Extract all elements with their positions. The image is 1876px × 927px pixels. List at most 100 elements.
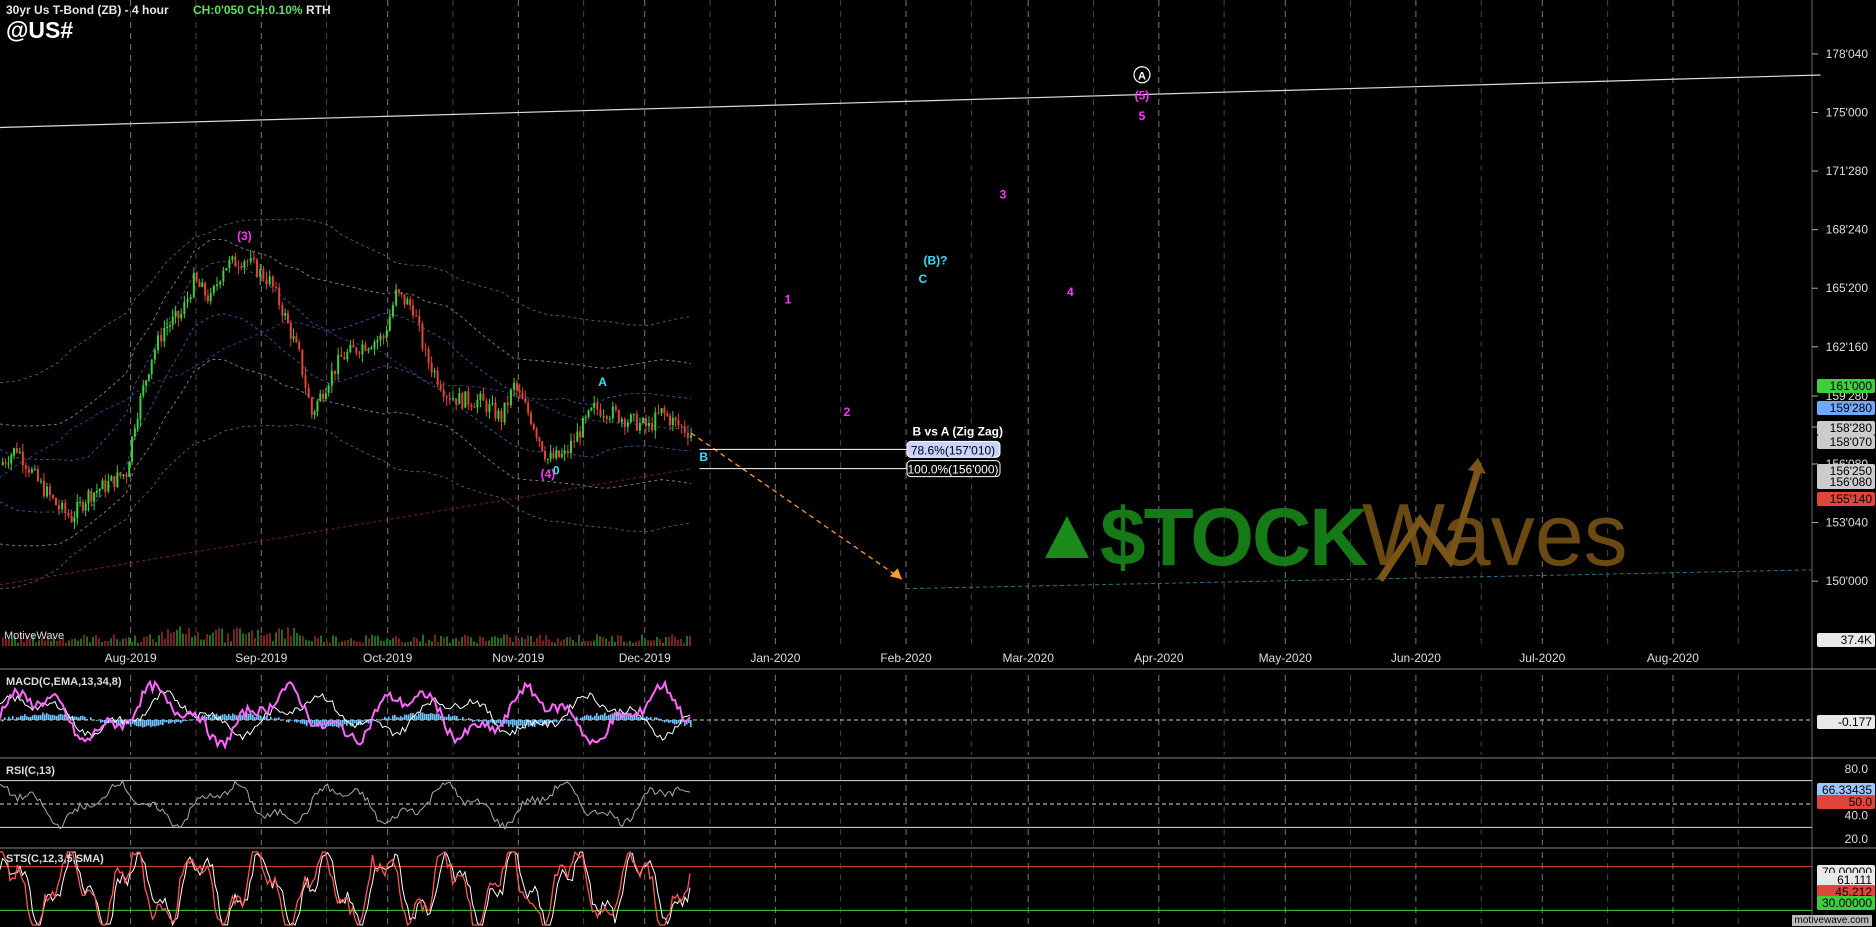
candle-body xyxy=(500,410,503,423)
candle-body xyxy=(107,480,110,492)
volume-bar xyxy=(674,636,676,646)
volume-bar xyxy=(530,636,532,646)
price-axis[interactable]: 178'040 175'000 171'280 168'240 165'200 162'1… xyxy=(1812,47,1875,647)
volume-bar xyxy=(242,633,244,646)
macd-histogram xyxy=(518,720,520,726)
candle-body xyxy=(518,390,521,393)
candle-body xyxy=(391,305,394,317)
candle-body xyxy=(18,451,21,453)
macd-histogram xyxy=(424,713,426,720)
macd-histogram xyxy=(60,713,62,720)
candle-body xyxy=(503,402,506,423)
macd-histogram xyxy=(600,714,602,720)
volume-bar xyxy=(476,642,478,646)
candle-body xyxy=(657,412,660,414)
volume-bar xyxy=(590,641,592,646)
rsi-panel[interactable]: 80.040.020.066.3343550.0 xyxy=(0,762,1875,846)
macd-histogram xyxy=(456,715,458,720)
candle-body xyxy=(385,330,388,339)
macd-histogram xyxy=(514,720,516,726)
volume-bar xyxy=(554,642,556,646)
stochastic-panel[interactable]: 70.0000061.11145.21230.00000 xyxy=(0,850,1875,927)
candle-body xyxy=(298,342,301,350)
candle-body xyxy=(532,423,535,430)
price-tag: 156'080 xyxy=(1830,475,1873,489)
volume-bar xyxy=(662,642,664,646)
macd-histogram xyxy=(14,719,16,720)
volume-bar xyxy=(413,637,415,646)
candle-body xyxy=(485,400,488,413)
candle-body xyxy=(552,452,555,459)
volume-bar xyxy=(359,641,361,646)
volume-bar xyxy=(320,635,322,646)
volume-bar xyxy=(551,641,553,646)
macd-histogram xyxy=(656,717,658,720)
candle-body xyxy=(30,469,33,473)
envelope-band xyxy=(0,359,692,547)
macd-histogram xyxy=(298,720,300,722)
candle-body xyxy=(334,370,337,374)
volume-bar xyxy=(407,641,409,646)
candle-body xyxy=(36,468,39,481)
volume-bar xyxy=(635,641,637,646)
volume-bar xyxy=(482,637,484,646)
macd-histogram xyxy=(2,720,4,722)
volume-bar xyxy=(569,637,571,646)
macd-histogram xyxy=(610,714,612,720)
candle-body xyxy=(145,380,148,386)
macd-histogram xyxy=(556,720,558,723)
candle-body xyxy=(259,268,262,277)
macd-histogram xyxy=(650,716,652,720)
candle-body xyxy=(403,294,406,305)
x-tick-label: Feb-2020 xyxy=(880,651,932,665)
volume-bar xyxy=(287,627,289,646)
macd-histogram xyxy=(384,716,386,720)
volume-bar xyxy=(536,637,538,646)
macd-histogram xyxy=(404,714,406,720)
volume-bar xyxy=(521,637,523,646)
candle-body xyxy=(654,412,657,431)
volume-bar xyxy=(158,635,160,646)
candle-body xyxy=(133,428,136,437)
candle-body xyxy=(310,397,313,415)
candle-body xyxy=(268,276,271,285)
macd-histogram xyxy=(230,715,232,720)
macd-histogram xyxy=(324,720,326,726)
volume-bar xyxy=(362,642,364,646)
envelope-band xyxy=(0,239,692,427)
rsi-title: RSI(C,13) xyxy=(6,765,55,777)
fib-label: 78.6%(157'010) xyxy=(911,443,995,457)
macd-histogram xyxy=(658,718,660,720)
chart-canvas[interactable]: B vs A (Zig Zag) 78.6%(157'010) 100.0%(156… xyxy=(0,0,1876,927)
candle-body xyxy=(54,497,57,506)
candle-body xyxy=(558,450,561,458)
macd-panel[interactable]: -0.177 xyxy=(0,679,1875,751)
volume-bar xyxy=(425,642,427,646)
candle-body xyxy=(529,413,532,424)
macd-histogram xyxy=(606,716,608,720)
volume-bar xyxy=(575,642,577,646)
macd-histogram xyxy=(222,714,224,720)
candle-body xyxy=(647,422,650,427)
macd-histogram xyxy=(594,715,596,720)
candle-body xyxy=(281,305,284,316)
macd-histogram xyxy=(150,720,152,728)
volume-bar xyxy=(656,636,658,646)
volume-bar xyxy=(380,640,382,646)
macd-histogram xyxy=(664,720,666,723)
macd-histogram xyxy=(186,720,188,722)
macd-histogram xyxy=(480,720,482,722)
volume-bar xyxy=(254,638,256,646)
macd-histogram xyxy=(580,717,582,720)
volume-bar xyxy=(80,638,82,646)
price-tag: 158'280 xyxy=(1830,421,1873,435)
macd-histogram xyxy=(470,718,472,720)
macd-histogram xyxy=(242,715,244,720)
symbol-label[interactable]: @US# xyxy=(6,17,73,44)
macd-histogram xyxy=(50,715,52,720)
stoch-value: 30.00000 xyxy=(1822,896,1872,910)
volume-bar xyxy=(149,634,151,646)
volume-bar xyxy=(440,636,442,646)
logo-arrowhead xyxy=(1468,458,1486,474)
candle-body xyxy=(15,448,18,453)
